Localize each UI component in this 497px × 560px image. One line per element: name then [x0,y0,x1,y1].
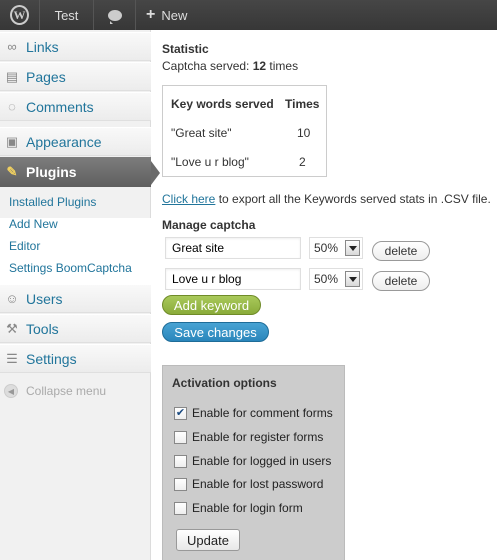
table-cell-times: 2 [299,155,306,169]
sidebar-item-appearance[interactable]: ▣ Appearance [0,127,151,156]
sidebar-item-label: Appearance [26,133,102,150]
sidebar-item-label: Links [26,38,59,55]
add-keyword-button[interactable]: Add keyword [162,295,261,315]
admin-bar: W Test + New [0,0,497,30]
submenu-editor[interactable]: Editor [9,239,40,253]
submenu-add-new[interactable]: Add New [9,217,58,231]
collapse-arrow-icon: ◀ [4,384,18,398]
sidebar-item-label: Comments [26,98,94,115]
pages-icon: ▤ [5,68,19,84]
site-name-link[interactable]: Test [40,0,94,30]
keyword-input[interactable] [165,268,301,290]
save-changes-button[interactable]: Save changes [162,322,269,342]
settings-icon: ☰ [6,350,18,366]
option-login-form[interactable]: Enable for login form [174,501,303,515]
site-name-label: Test [54,7,79,23]
collapse-menu-button[interactable]: ◀ Collapse menu [4,384,106,398]
percent-select[interactable]: 50% [309,268,363,290]
sidebar-item-label: Pages [26,68,66,85]
comments-icon: ◌ [8,99,16,114]
activation-options-panel: Activation options ✔ Enable for comment … [162,365,345,560]
table-cell-keyword: "Love u r blog" [171,155,249,169]
collapse-menu-label: Collapse menu [26,384,107,398]
manage-captcha-heading: Manage captcha [162,218,256,232]
served-count: 12 [252,59,267,73]
sidebar-item-comments[interactable]: ◌ Comments [0,92,151,121]
wordpress-menu[interactable]: W [0,0,40,30]
tools-icon: ⚒ [6,320,18,336]
table-cell-times: 10 [297,126,311,140]
checkbox-comment-forms[interactable]: ✔ [174,406,187,420]
sidebar-item-label: Tools [26,320,59,337]
admin-sidebar: ∞ Links ▤ Pages ◌ Comments ▣ Appearance … [0,30,160,560]
sidebar-item-plugins[interactable]: ✎ Plugins [0,157,160,187]
checkbox-lost-password[interactable] [174,477,187,491]
plus-icon: + [146,6,156,23]
option-comment-forms[interactable]: ✔ Enable for comment forms [174,406,333,420]
submenu-settings-boomcaptcha[interactable]: Settings BoomCaptcha [9,261,132,275]
keyword-input[interactable] [165,237,301,259]
captcha-served-text: Captcha served: 12 times [162,59,298,73]
option-label: Enable for register forms [192,430,324,444]
checkbox-logged-in-users[interactable] [174,454,187,468]
main-content: Statistic Captcha served: 12 times Key w… [152,30,497,560]
table-cell-keyword: "Great site" [171,126,232,140]
served-prefix: Captcha served: [162,59,253,73]
users-icon: ☺ [5,291,19,306]
option-label: Enable for comment forms [192,406,333,420]
export-line: Click here to export all the Keywords se… [162,192,491,206]
checkbox-register-forms[interactable] [174,430,187,444]
dropdown-arrow-icon[interactable] [345,271,360,287]
sidebar-item-label: Plugins [26,164,77,180]
sidebar-item-tools[interactable]: ⚒ Tools [0,314,151,343]
comment-bubble-icon [107,9,122,24]
submenu-installed-plugins[interactable]: Installed Plugins [9,195,96,209]
sidebar-item-label: Users [26,290,63,307]
option-register-forms[interactable]: Enable for register forms [174,430,323,444]
percent-value: 50% [314,272,339,286]
option-label: Enable for login form [192,501,303,515]
export-csv-link[interactable]: Click here [162,192,215,206]
table-header-times: Times [285,97,320,111]
plugin-icon: ✎ [6,164,18,179]
option-logged-in-users[interactable]: Enable for logged in users [174,454,331,468]
sidebar-item-settings[interactable]: ☰ Settings [0,344,151,373]
activation-options-title: Activation options [172,376,277,390]
wordpress-logo-icon: W [10,5,29,25]
dropdown-arrow-icon[interactable] [345,240,360,256]
table-header-keywords: Key words served [171,97,274,111]
sidebar-item-links[interactable]: ∞ Links [0,32,151,61]
percent-select[interactable]: 50% [309,237,363,259]
delete-keyword-button[interactable]: delete [372,271,430,291]
comments-link[interactable] [94,0,136,30]
sidebar-item-pages[interactable]: ▤ Pages [0,62,151,91]
appearance-icon: ▣ [5,133,19,149]
new-label: New [161,7,188,23]
served-suffix: times [266,59,299,73]
sidebar-item-users[interactable]: ☺ Users [0,284,151,313]
new-content-link[interactable]: + New [136,0,197,30]
link-icon: ∞ [7,39,17,54]
keyword-stats-table: Key words served Times "Great site" 10 "… [162,85,327,177]
update-button[interactable]: Update [176,529,240,551]
delete-keyword-button[interactable]: delete [372,241,430,261]
percent-value: 50% [314,241,339,255]
checkbox-login-form[interactable] [174,501,187,515]
export-description: to export all the Keywords served stats … [215,192,491,206]
option-label: Enable for lost password [192,477,324,491]
option-lost-password[interactable]: Enable for lost password [174,477,323,491]
statistic-heading: Statistic [162,42,209,56]
sidebar-item-label: Settings [26,350,77,367]
option-label: Enable for logged in users [192,454,332,468]
